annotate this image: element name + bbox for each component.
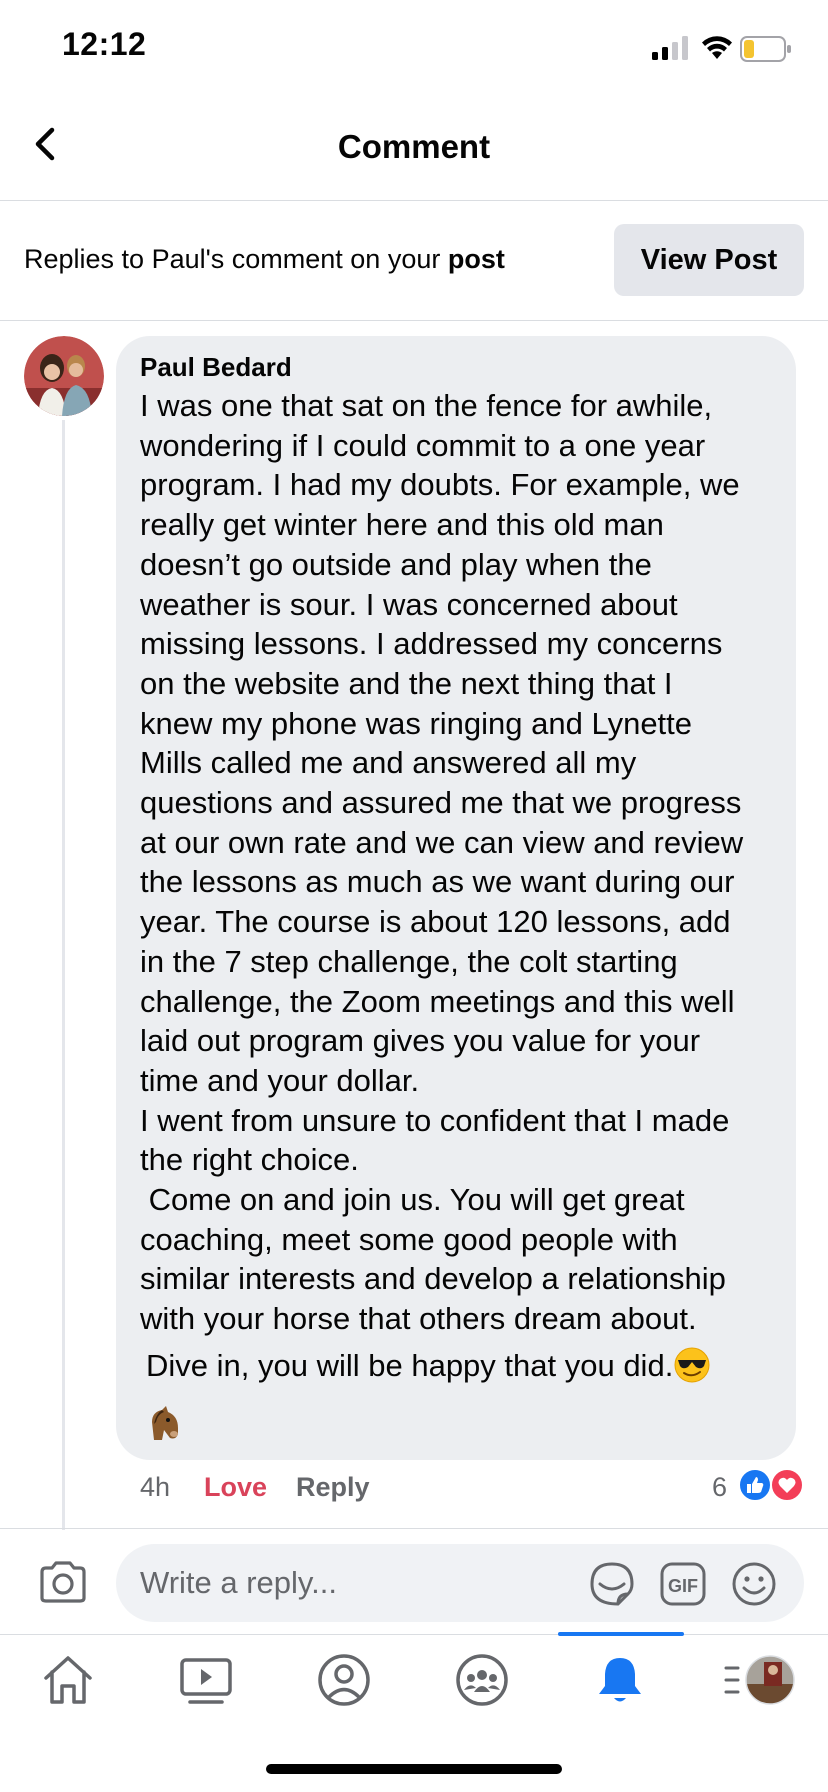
reaction-count[interactable]: 6: [712, 1472, 727, 1503]
banner-prefix: Replies to Paul's comment on your: [24, 244, 448, 274]
comment-closing-line: Dive in, you will be happy that you did.: [146, 1346, 711, 1384]
avatar[interactable]: [24, 336, 104, 416]
gif-icon[interactable]: GIF: [660, 1562, 706, 1606]
cellular-signal-icon: [652, 36, 688, 60]
nav-menu-avatar-icon[interactable]: [724, 1650, 796, 1710]
nav-home-icon[interactable]: [38, 1650, 98, 1710]
reply-button[interactable]: Reply: [296, 1472, 370, 1503]
status-time: 12:12: [62, 26, 147, 62]
header-divider: [0, 200, 828, 201]
love-reaction-icon[interactable]: [770, 1468, 804, 1502]
replies-banner-text: Replies to Paul's comment on your post: [24, 244, 505, 275]
sticker-icon[interactable]: [588, 1560, 636, 1608]
nav-notifications-bell-icon[interactable]: [590, 1650, 650, 1710]
page-title: Comment: [337, 128, 491, 165]
horse-face-emoji-icon: [152, 1406, 178, 1440]
comment-closing-text: Dive in, you will be happy that you did.: [146, 1348, 674, 1383]
svg-text:GIF: GIF: [668, 1576, 698, 1596]
battery-icon: [740, 36, 791, 62]
camera-icon[interactable]: [38, 1560, 88, 1604]
like-reaction-icon[interactable]: [738, 1468, 772, 1502]
comment-text: I was one that sat on the fence for awhi…: [140, 388, 744, 1337]
nav-profile-icon[interactable]: [314, 1650, 374, 1710]
nav-groups-icon[interactable]: [452, 1650, 512, 1710]
emoji-icon[interactable]: [730, 1560, 778, 1608]
banner-divider: [0, 320, 828, 321]
love-reaction-button[interactable]: Love: [204, 1472, 267, 1503]
nav-divider: [0, 1634, 828, 1635]
comment-timestamp: 4h: [140, 1472, 171, 1502]
view-post-button[interactable]: View Post: [614, 224, 804, 296]
thread-line: [62, 420, 65, 1530]
comment-author[interactable]: Paul Bedard: [140, 352, 292, 383]
banner-post-word: post: [447, 244, 505, 274]
wifi-icon: [702, 36, 732, 59]
nav-watch-icon[interactable]: [176, 1650, 236, 1710]
sunglasses-emoji-icon: [674, 1347, 710, 1383]
nav-active-indicator: [558, 1632, 684, 1636]
composer-divider: [0, 1528, 828, 1529]
home-indicator: [266, 1764, 562, 1774]
